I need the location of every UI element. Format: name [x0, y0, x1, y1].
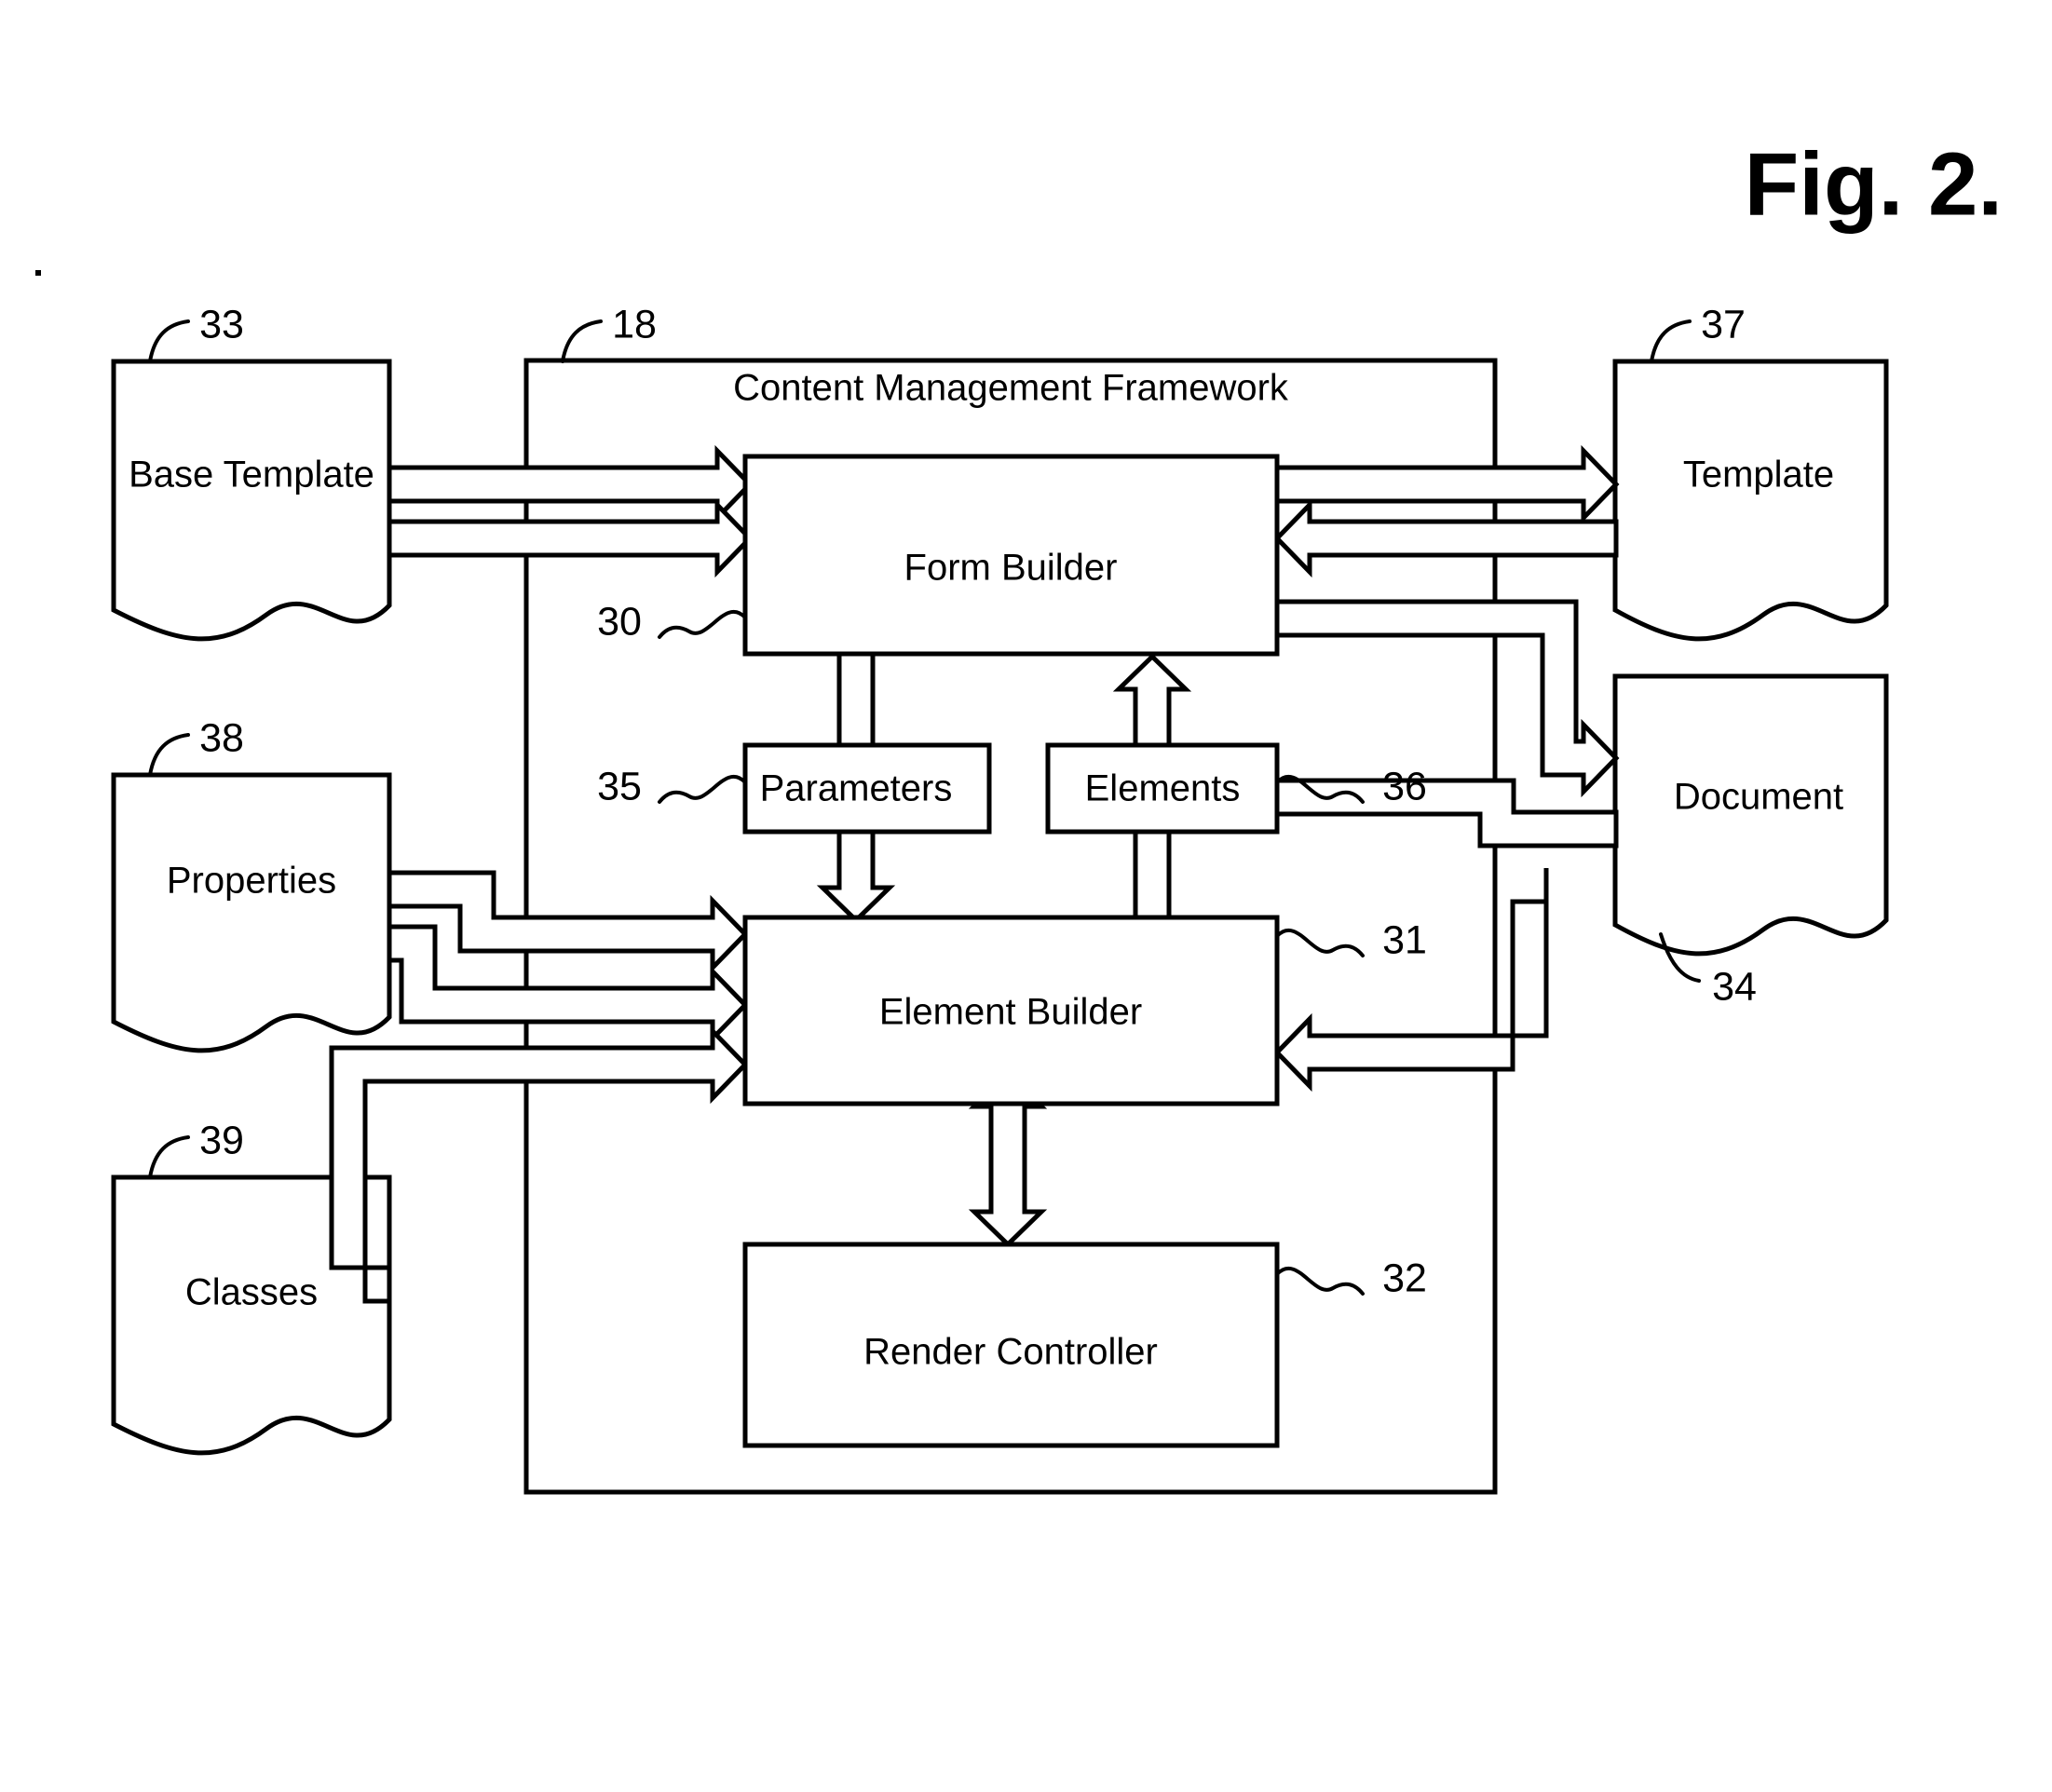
- base-template-label: Base Template: [129, 455, 374, 496]
- elements-label: Elements: [1085, 768, 1241, 809]
- ref-32: 32: [1382, 1256, 1427, 1300]
- properties-label: Properties: [167, 861, 336, 902]
- leader-37: [1650, 319, 1692, 363]
- render-controller-label: Render Controller: [863, 1332, 1158, 1373]
- link-form-builder-parameters: [836, 649, 876, 748]
- ref-18: 18: [612, 302, 657, 346]
- ref-37: 37: [1701, 302, 1746, 346]
- link-elements-element-builder: [1133, 829, 1172, 920]
- ref-30: 30: [597, 599, 642, 644]
- framework-title: Content Management Framework: [733, 368, 1289, 409]
- form-builder-label: Form Builder: [904, 548, 1118, 589]
- template-shape: [1612, 359, 1889, 642]
- leader-18: [561, 319, 603, 363]
- properties-shape: [111, 772, 392, 1053]
- element-builder-label: Element Builder: [879, 992, 1142, 1033]
- leader-38: [148, 733, 190, 777]
- ref-34: 34: [1712, 964, 1757, 1009]
- leader-39: [148, 1135, 190, 1179]
- figure-canvas: 33 18 37 38 39 30 35 36 31 32 34 Content: [0, 0, 2052, 1792]
- ref-35: 35: [597, 764, 642, 808]
- template-label: Template: [1683, 455, 1834, 496]
- figure-title: Fig. 2.: [1745, 134, 2003, 234]
- parameters-label: Parameters: [760, 768, 953, 809]
- ref-38: 38: [199, 715, 244, 760]
- base-template-shape: [111, 359, 392, 642]
- leader-33: [148, 319, 190, 363]
- ref-33: 33: [199, 302, 244, 346]
- document-label: Document: [1674, 777, 1843, 818]
- classes-label: Classes: [185, 1272, 318, 1313]
- ref-39: 39: [199, 1118, 244, 1162]
- scan-speck: [35, 270, 41, 276]
- ref-31: 31: [1382, 917, 1427, 962]
- block-diagram: 33 18 37 38 39 30 35 36 31 32 34 Content: [35, 134, 2003, 1495]
- ref-36: 36: [1382, 764, 1427, 808]
